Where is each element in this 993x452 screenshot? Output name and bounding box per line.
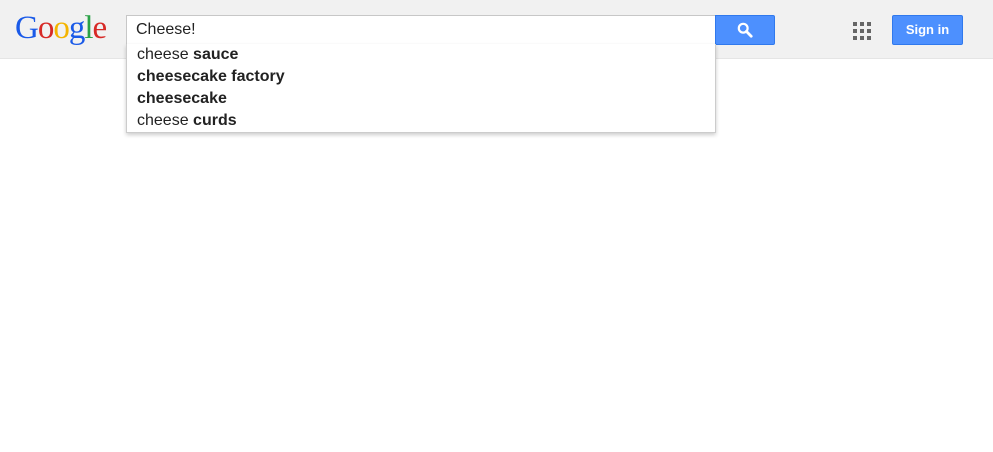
suggestion-prefix: cheese (137, 46, 194, 63)
search-button[interactable] (715, 15, 775, 45)
suggestion-prefix: cheese (137, 112, 194, 129)
autocomplete-suggestions: cheese sauce cheesecake factory cheeseca… (126, 44, 716, 133)
logo-letter: l (84, 10, 93, 46)
suggestion-completion: cheesecake (137, 90, 227, 107)
apps-grid-icon[interactable] (853, 22, 871, 40)
logo-letter: G (15, 10, 39, 46)
logo-letter: e (92, 10, 108, 46)
suggestion-item[interactable]: cheesecake factory (127, 66, 715, 88)
suggestion-completion: curds (193, 112, 237, 129)
google-logo[interactable]: Google (15, 8, 108, 48)
search-box (126, 15, 716, 45)
logo-letter: o (53, 10, 69, 46)
sign-in-button[interactable]: Sign in (892, 15, 963, 45)
suggestion-completion: sauce (193, 46, 239, 63)
logo-letter: g (68, 10, 85, 46)
suggestion-item[interactable]: cheesecake (127, 88, 715, 110)
suggestion-item[interactable]: cheese curds (127, 110, 715, 132)
search-input[interactable] (127, 16, 707, 44)
logo-letter: o (37, 10, 54, 46)
search-icon (737, 22, 753, 38)
suggestion-completion: cheesecake factory (137, 68, 285, 85)
suggestion-item[interactable]: cheese sauce (127, 44, 715, 66)
